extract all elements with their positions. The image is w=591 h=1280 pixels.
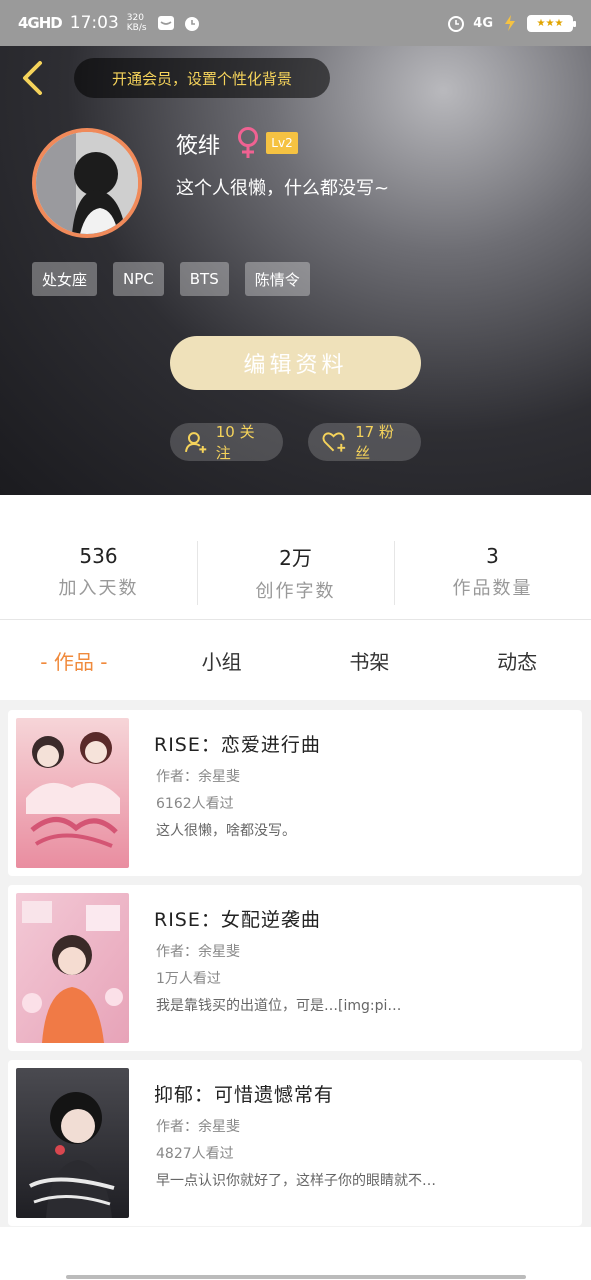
stat-works-count: 3 作品数量 bbox=[394, 495, 591, 619]
chevron-left-icon bbox=[23, 61, 42, 95]
work-description: 早一点认识你就好了，这样子你的眼睛就不… bbox=[156, 1173, 436, 1189]
profile-page: 4GHD 17:03 320 KB/s 4G ★★★ 开通会员，设置个性化背景 … bbox=[0, 0, 591, 1280]
alarm-icon bbox=[183, 14, 201, 32]
bottom-area bbox=[0, 1227, 591, 1280]
message-icon bbox=[157, 14, 175, 32]
stat-join-days: 536 加入天数 bbox=[58, 544, 139, 599]
work-author: 作者：余星斐 bbox=[156, 769, 240, 785]
list-item[interactable]: RISE：女配逆袭曲 作者：余星斐 1万人看过 我是靠钱买的出道位，可是…[im… bbox=[8, 885, 582, 1051]
book-cover bbox=[16, 1068, 129, 1218]
work-author: 作者：余星斐 bbox=[156, 944, 240, 960]
profile-header: 开通会员，设置个性化背景 筱绯 Lv2 这个人很懒，什么都没写~ 处女座 NPC… bbox=[0, 46, 591, 495]
work-description: 我是靠钱买的出道位，可是…[img:pi… bbox=[156, 998, 402, 1014]
tab-bookshelf[interactable]: 书架 bbox=[296, 646, 444, 675]
back-button[interactable] bbox=[16, 60, 48, 96]
female-icon bbox=[234, 126, 262, 160]
work-views: 6162人看过 bbox=[156, 796, 234, 812]
tag-list: 处女座 NPC BTS 陈情令 bbox=[32, 262, 310, 296]
status-bar: 4GHD 17:03 320 KB/s 4G ★★★ bbox=[0, 0, 591, 46]
work-title: 抑郁：可惜遗憾常有 bbox=[154, 1084, 335, 1106]
bio-text: 这个人很懒，什么都没写~ bbox=[176, 178, 390, 199]
content-tabs: - 作品 - 小组 书架 动态 bbox=[0, 620, 591, 700]
clock: 17:03 bbox=[69, 13, 119, 33]
tag[interactable]: 处女座 bbox=[32, 262, 98, 296]
vip-background-prompt[interactable]: 开通会员，设置个性化背景 bbox=[74, 58, 330, 98]
signal-indicator: 4GHD bbox=[18, 14, 63, 32]
tag[interactable]: 陈情令 bbox=[244, 262, 310, 296]
stats-bar: 536 加入天数 2万 创作字数 3 作品数量 bbox=[0, 495, 591, 620]
avatar[interactable] bbox=[32, 128, 142, 238]
tab-works[interactable]: - 作品 - bbox=[0, 646, 148, 675]
work-author: 作者：余星斐 bbox=[156, 1119, 240, 1135]
book-cover bbox=[16, 718, 129, 868]
heart-add-icon bbox=[322, 432, 346, 452]
work-description: 这人很懒，啥都没写。 bbox=[156, 823, 296, 839]
fans-button[interactable]: 17 粉丝 bbox=[308, 423, 421, 462]
stat-word-count: 2万 创作字数 bbox=[197, 495, 394, 619]
tag[interactable]: NPC bbox=[113, 262, 164, 296]
home-indicator[interactable] bbox=[66, 1275, 526, 1279]
battery-icon: ★★★ bbox=[527, 14, 576, 32]
network-type: 4G bbox=[473, 15, 493, 31]
list-item[interactable]: 抑郁：可惜遗憾常有 作者：余星斐 4827人看过 早一点认识你就好了，这样子你的… bbox=[8, 1060, 582, 1226]
user-add-icon bbox=[184, 432, 207, 453]
avatar-photo bbox=[36, 132, 138, 234]
username: 筱绯 bbox=[176, 134, 221, 159]
tab-activity[interactable]: 动态 bbox=[443, 646, 591, 675]
work-views: 1万人看过 bbox=[156, 971, 221, 987]
works-list: RISE：恋爱进行曲 作者：余星斐 6162人看过 这人很懒，啥都没写。 RIS… bbox=[8, 710, 582, 1235]
level-badge: Lv2 bbox=[266, 132, 298, 154]
charging-icon bbox=[501, 14, 519, 32]
following-button[interactable]: 10 关注 bbox=[170, 423, 283, 462]
work-title: RISE：恋爱进行曲 bbox=[154, 734, 321, 756]
net-speed: 320 KB/s bbox=[126, 13, 147, 33]
alarm-clock-icon bbox=[447, 14, 465, 32]
tab-groups[interactable]: 小组 bbox=[148, 646, 296, 675]
edit-profile-button[interactable]: 编辑资料 bbox=[170, 336, 421, 390]
list-item[interactable]: RISE：恋爱进行曲 作者：余星斐 6162人看过 这人很懒，啥都没写。 bbox=[8, 710, 582, 876]
book-cover bbox=[16, 893, 129, 1043]
work-views: 4827人看过 bbox=[156, 1146, 234, 1162]
work-title: RISE：女配逆袭曲 bbox=[154, 909, 321, 931]
tag[interactable]: BTS bbox=[179, 262, 229, 296]
